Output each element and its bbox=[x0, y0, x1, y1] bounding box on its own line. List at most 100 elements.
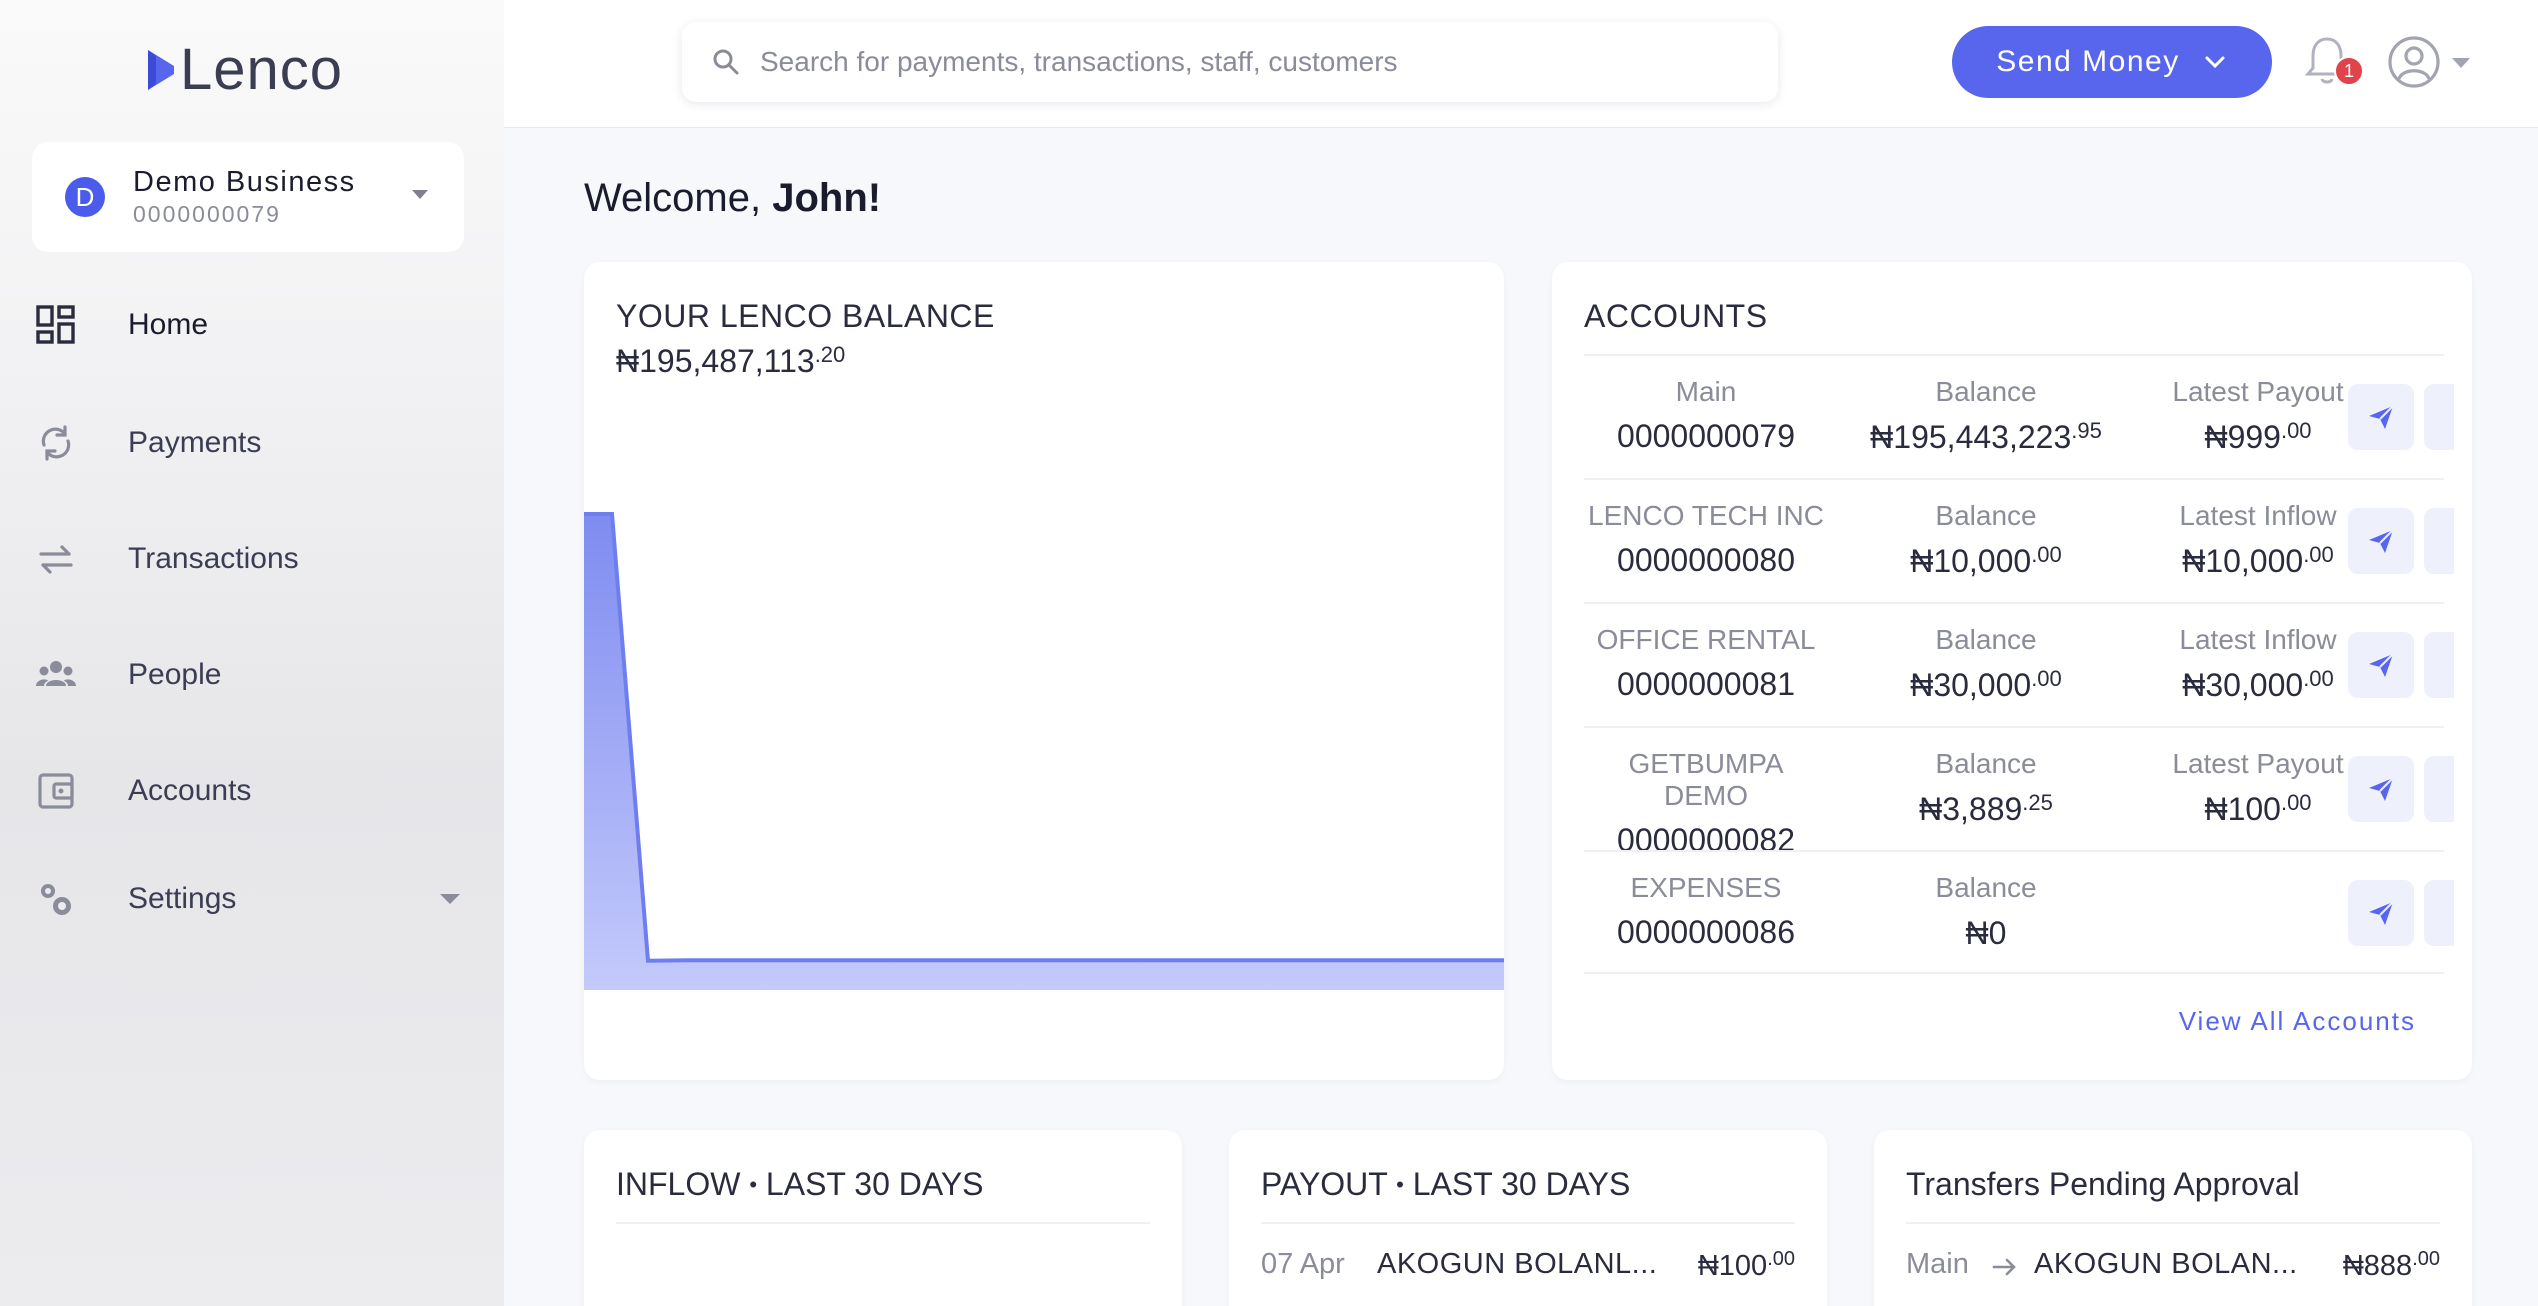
sidebar-item-label: Accounts bbox=[128, 774, 252, 807]
send-from-account-button[interactable] bbox=[2348, 384, 2414, 450]
inflow-card: INFLOW • LAST 30 DAYS bbox=[584, 1130, 1182, 1306]
balance-chart bbox=[584, 512, 1504, 990]
pending-row[interactable]: Main AKOGUN BOLAN... ₦888.00 bbox=[1906, 1248, 2440, 1288]
pending-from: Main bbox=[1906, 1248, 1969, 1280]
sidebar: Lenco D Demo Business 0000000079 Home Pa… bbox=[0, 0, 504, 1306]
topbar: Send Money 1 bbox=[504, 0, 2538, 128]
latest-label: Latest Inflow bbox=[2179, 624, 2337, 655]
currency-symbol: ₦ bbox=[616, 343, 640, 379]
caret-down-icon[interactable] bbox=[2452, 58, 2470, 68]
account-row[interactable]: GETBUMPA DEMO 0000000082 Balance ₦3,889.… bbox=[1584, 726, 2454, 858]
inflow-title: INFLOW • LAST 30 DAYS bbox=[616, 1166, 984, 1203]
balance-line bbox=[584, 512, 1504, 963]
account-row[interactable]: EXPENSES 0000000086 Balance ₦0 bbox=[1584, 850, 2454, 974]
caret-down-icon bbox=[412, 190, 428, 199]
payout-recipient: AKOGUN BOLANL... bbox=[1377, 1248, 1658, 1280]
paper-plane-icon bbox=[2369, 653, 2394, 677]
latest-label: Latest Inflow bbox=[2179, 500, 2337, 531]
sidebar-item-label: Settings bbox=[128, 882, 237, 915]
latest-amount: ₦30,000.00 bbox=[2182, 666, 2334, 703]
payout-title-a: PAYOUT bbox=[1261, 1166, 1388, 1202]
accounts-card: ACCOUNTS Main 0000000079 Balance ₦195,44… bbox=[1552, 262, 2472, 1080]
sidebar-item-label: Payments bbox=[128, 426, 262, 459]
latest-amount: ₦999.00 bbox=[2204, 418, 2312, 455]
payout-card: PAYOUT • LAST 30 DAYS 07 Apr AKOGUN BOLA… bbox=[1229, 1130, 1827, 1306]
balance-label: Balance bbox=[1935, 624, 2037, 655]
pending-amount: ₦888.00 bbox=[2342, 1248, 2440, 1282]
account-more-button[interactable] bbox=[2424, 632, 2454, 698]
divider bbox=[616, 1222, 1150, 1224]
logo-text: Lenco bbox=[180, 37, 344, 102]
sidebar-item-payments[interactable]: Payments bbox=[0, 398, 504, 488]
welcome-heading: Welcome, John! bbox=[584, 176, 881, 221]
account-row[interactable]: OFFICE RENTAL 0000000081 Balance ₦30,000… bbox=[1584, 602, 2454, 726]
welcome-prefix: Welcome, bbox=[584, 176, 773, 220]
account-name: OFFICE RENTAL bbox=[1596, 624, 1816, 655]
account-number: 0000000080 bbox=[1617, 542, 1795, 578]
latest-amount: ₦10,000.00 bbox=[2182, 542, 2334, 579]
notification-badge: 1 bbox=[2334, 56, 2364, 86]
divider bbox=[1261, 1222, 1795, 1224]
send-from-account-button[interactable] bbox=[2348, 756, 2414, 822]
inflow-title-a: INFLOW bbox=[616, 1166, 741, 1202]
dashboard-icon bbox=[34, 303, 78, 347]
account-row[interactable]: LENCO TECH INC 0000000080 Balance ₦10,00… bbox=[1584, 478, 2454, 602]
sidebar-item-home[interactable]: Home bbox=[0, 280, 504, 370]
sidebar-item-label: People bbox=[128, 658, 222, 691]
swap-arrows-icon bbox=[34, 537, 78, 581]
balance-label: Balance bbox=[1935, 748, 2037, 779]
balance-fraction: .20 bbox=[814, 342, 846, 367]
sidebar-item-people[interactable]: People bbox=[0, 630, 504, 720]
business-switcher[interactable]: D Demo Business 0000000079 bbox=[32, 142, 464, 252]
sidebar-item-label: Home bbox=[128, 308, 209, 341]
search-box[interactable] bbox=[682, 22, 1778, 102]
account-more-button[interactable] bbox=[2424, 508, 2454, 574]
send-from-account-button[interactable] bbox=[2348, 632, 2414, 698]
payout-date: 07 Apr bbox=[1261, 1248, 1345, 1280]
account-balance: ₦10,000.00 bbox=[1910, 542, 2062, 579]
account-more-button[interactable] bbox=[2424, 880, 2454, 946]
account-row[interactable]: Main 0000000079 Balance ₦195,443,223.95 … bbox=[1584, 354, 2454, 478]
payout-amount: ₦100.00 bbox=[1697, 1248, 1795, 1282]
balance-card: YOUR LENCO BALANCE ₦195,487,113.20 bbox=[584, 262, 1504, 1080]
account-number: 0000000086 bbox=[1617, 914, 1795, 950]
balance-title: YOUR LENCO BALANCE bbox=[616, 298, 995, 334]
view-all-accounts-link[interactable]: View All Accounts bbox=[2179, 1006, 2416, 1037]
inflow-title-b: LAST 30 DAYS bbox=[765, 1166, 984, 1202]
send-money-button[interactable]: Send Money bbox=[1952, 26, 2272, 98]
pending-transfers-card: Transfers Pending Approval Main AKOGUN B… bbox=[1874, 1130, 2472, 1306]
pending-title: Transfers Pending Approval bbox=[1906, 1166, 2300, 1202]
send-from-account-button[interactable] bbox=[2348, 880, 2414, 946]
latest-amount: ₦100.00 bbox=[2204, 790, 2312, 827]
latest-label: Latest Payout bbox=[2172, 376, 2344, 407]
sidebar-item-label: Transactions bbox=[128, 542, 299, 575]
paper-plane-icon bbox=[2369, 529, 2394, 553]
account-balance: ₦195,443,223.95 bbox=[1870, 418, 2102, 455]
account-balance: ₦30,000.00 bbox=[1910, 666, 2062, 703]
payout-row[interactable]: 07 Apr AKOGUN BOLANL... ₦100.00 bbox=[1261, 1248, 1795, 1288]
paper-plane-icon bbox=[2369, 901, 2394, 925]
lenco-logo[interactable]: Lenco bbox=[146, 36, 343, 103]
accounts-table: Main 0000000079 Balance ₦195,443,223.95 … bbox=[1584, 354, 2454, 974]
pending-recipient: AKOGUN BOLAN... bbox=[2034, 1248, 2298, 1280]
account-more-button[interactable] bbox=[2424, 756, 2454, 822]
sidebar-item-accounts[interactable]: Accounts bbox=[0, 746, 504, 836]
welcome-name: John! bbox=[772, 176, 882, 220]
balance-amount: ₦195,487,113.20 bbox=[616, 342, 845, 380]
send-from-account-button[interactable] bbox=[2348, 508, 2414, 574]
account-number: 0000000081 bbox=[1617, 666, 1795, 702]
sidebar-item-settings[interactable]: Settings bbox=[0, 854, 504, 944]
user-avatar-icon[interactable] bbox=[2386, 34, 2442, 90]
search-icon bbox=[713, 49, 739, 75]
wallet-icon bbox=[34, 769, 78, 813]
account-name: GETBUMPA DEMO bbox=[1628, 748, 1784, 811]
account-balance: ₦0 bbox=[1965, 915, 2007, 951]
balance-area bbox=[584, 514, 1504, 990]
search-input[interactable] bbox=[760, 46, 1720, 78]
people-icon bbox=[34, 653, 78, 697]
accounts-title: ACCOUNTS bbox=[1584, 298, 1768, 334]
separator-dot: • bbox=[749, 1172, 758, 1197]
refresh-icon bbox=[34, 421, 78, 465]
sidebar-item-transactions[interactable]: Transactions bbox=[0, 514, 504, 604]
account-more-button[interactable] bbox=[2424, 384, 2454, 450]
